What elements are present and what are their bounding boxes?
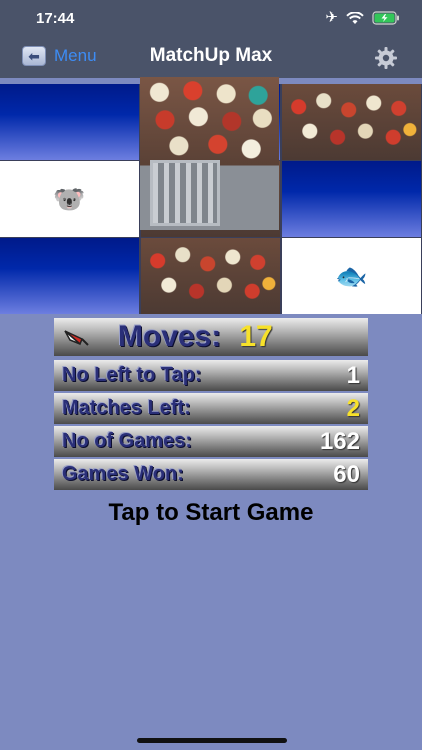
fish-icon: 🐟 [335,260,368,291]
buoys-photo [141,238,280,314]
home-indicator[interactable] [137,738,287,743]
stat-row: No Left to Tap: 1 [54,360,368,391]
stat-value: 2 [346,394,360,422]
card-tile[interactable] [282,161,421,237]
page-title: MatchUp Max [149,45,273,66]
stat-row: Matches Left: 2 [54,393,368,424]
moves-label: Moves: [118,320,222,353]
wifi-icon [346,11,364,25]
card-tile[interactable] [0,238,139,314]
battery-charging-icon [372,11,400,25]
stat-value: 60 [333,460,360,488]
koala-icon: 🐨 [53,183,86,214]
status-icons: ✈ [325,10,400,26]
moves-value: 17 [239,320,273,353]
reset-game-icon[interactable] [62,326,90,348]
stat-label: No Left to Tap: [62,364,202,386]
card-tile[interactable] [0,84,139,160]
card-tile[interactable]: 🐟 [282,238,421,314]
stat-value: 1 [346,361,360,389]
stat-value: 162 [319,427,360,455]
stat-row: Games Won: 60 [54,459,368,490]
stats-panel: Moves: 17 No Left to Tap: 1 Matches Left… [54,318,368,492]
stat-row: No of Games: 162 [54,426,368,457]
moves-row: Moves: 17 [54,318,368,356]
navigation-bar: 17:44 ✈ ⬅ Menu MatchUp Max [0,0,422,78]
start-game-button[interactable]: Tap to Start Game [0,499,422,527]
settings-gear-icon[interactable] [374,46,398,75]
card-tile[interactable]: 🐨 [0,161,139,237]
airplane-mode-icon: ✈ [325,9,338,26]
crate-photo-detail [150,160,220,226]
status-time: 17:44 [36,10,75,27]
card-tile[interactable] [141,238,280,314]
stat-label: Matches Left: [62,397,191,419]
stat-label: No of Games: [62,430,193,452]
card-tile[interactable] [282,84,421,160]
buoys-photo [282,84,421,160]
stat-label: Games Won: [62,463,184,485]
